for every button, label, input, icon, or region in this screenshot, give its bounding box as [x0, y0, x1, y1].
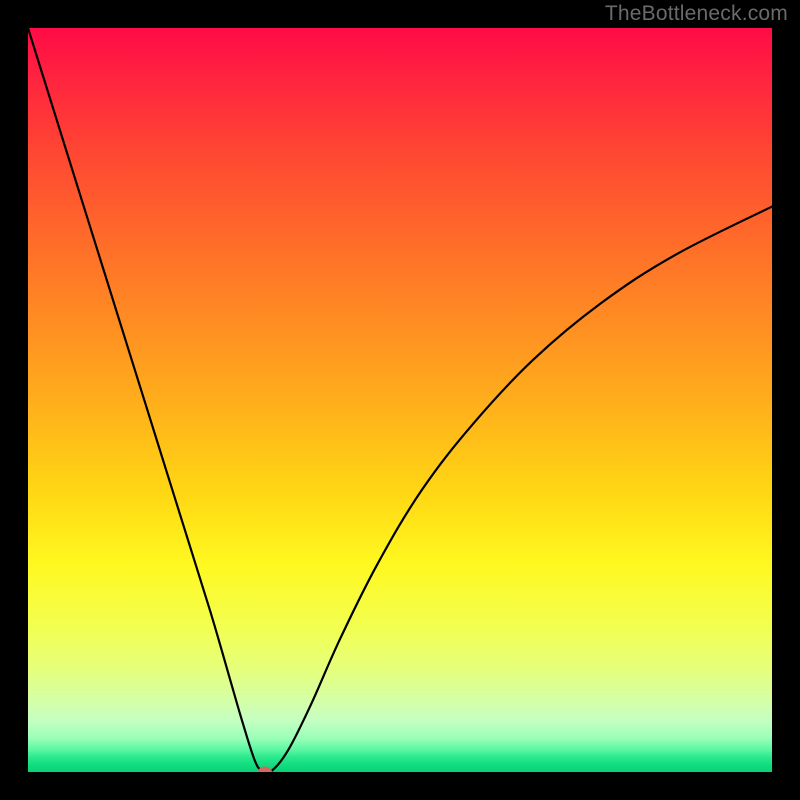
optimal-point-marker	[258, 767, 272, 773]
bottleneck-curve	[28, 28, 772, 772]
plot-area	[28, 28, 772, 772]
attribution-text: TheBottleneck.com	[605, 2, 788, 26]
chart-frame: TheBottleneck.com	[0, 0, 800, 800]
